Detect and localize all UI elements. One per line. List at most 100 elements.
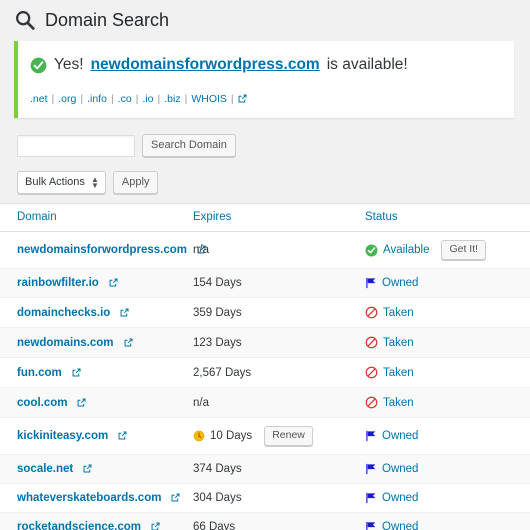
notice-prefix: Yes!: [54, 56, 84, 73]
cell-expires: 359 Days: [193, 297, 365, 328]
cell-expires: 374 Days: [193, 454, 365, 484]
domain-link[interactable]: rocketandscience.com: [17, 521, 141, 530]
domain-link[interactable]: domainchecks.io: [17, 307, 110, 319]
cell-expires: 66 Days: [193, 512, 365, 530]
table-row: rocketandscience.com 66 Days Owned: [0, 512, 530, 530]
search-input[interactable]: [17, 134, 135, 157]
expires-value: 123 Days: [193, 336, 242, 349]
status-badge: Owned: [382, 492, 419, 504]
cell-status: Taken: [365, 327, 530, 358]
cell-domain: rainbowfilter.io: [0, 268, 193, 298]
page-title: Domain Search: [45, 10, 170, 30]
cell-domain: kickiniteasy.com: [0, 417, 193, 455]
blue-flag-icon: [365, 521, 377, 530]
table-row: fun.com 2,567 Days Taken: [0, 357, 530, 388]
cell-domain: newdomains.com: [0, 327, 193, 358]
bulk-actions-select[interactable]: Bulk Actions ▲ ▼: [17, 171, 106, 194]
table-row: rainbowfilter.io 154 Days Owned: [0, 268, 530, 298]
cell-status: Owned: [365, 417, 530, 455]
domain-link[interactable]: fun.com: [17, 367, 62, 379]
table-row: whateverskateboards.com 304 Days Owned: [0, 483, 530, 513]
domain-link[interactable]: newdomainsforwordpress.com: [17, 244, 187, 256]
table-row: cool.com n/a Taken: [0, 387, 530, 418]
column-header-domain[interactable]: Domain: [0, 204, 193, 232]
external-link-icon[interactable]: [151, 521, 160, 530]
apply-button[interactable]: Apply: [112, 171, 159, 194]
cell-status: Owned: [365, 512, 530, 530]
cell-expires: 123 Days: [193, 327, 365, 358]
chevron-updown-icon: ▲ ▼: [91, 174, 99, 190]
table-row: newdomains.com 123 Days Taken: [0, 327, 530, 358]
domain-search-form: Search Domain: [0, 118, 530, 157]
expires-value: n/a: [193, 396, 209, 409]
orange-clock-icon: [193, 430, 205, 442]
notice-domain-link[interactable]: newdomainsforwordpress.com: [91, 55, 320, 75]
status-badge: Taken: [383, 396, 414, 409]
tld-link-info[interactable]: .info: [87, 92, 107, 106]
cell-domain: fun.com: [0, 357, 193, 388]
status-badge: Available: [383, 244, 430, 256]
notice-suffix: is available!: [326, 56, 408, 73]
external-link-icon[interactable]: [83, 463, 92, 475]
renew-button[interactable]: Renew: [264, 426, 313, 446]
status-badge: Taken: [383, 366, 414, 379]
expires-value: n/a: [193, 244, 209, 256]
blue-flag-icon: [365, 430, 377, 442]
status-badge: Owned: [382, 277, 419, 289]
bulk-actions-value: Bulk Actions: [25, 176, 85, 188]
domain-link[interactable]: kickiniteasy.com: [17, 430, 108, 442]
cell-status: Owned: [365, 268, 530, 298]
external-link-icon[interactable]: [238, 92, 247, 106]
status-badge: Owned: [382, 521, 419, 530]
domains-table-body: newdomainsforwordpress.com n/a Available Ge…: [0, 231, 530, 530]
cell-expires: 304 Days: [193, 483, 365, 513]
tld-link-org[interactable]: .org: [58, 92, 76, 106]
domain-link[interactable]: socale.net: [17, 463, 73, 475]
red-ban-icon: [365, 336, 378, 349]
green-check-circle-icon: [30, 57, 47, 74]
status-badge: Owned: [382, 463, 419, 475]
external-link-icon[interactable]: [171, 492, 180, 504]
domain-link[interactable]: rainbowfilter.io: [17, 277, 99, 289]
bulk-actions-bar: Bulk Actions ▲ ▼ Apply: [0, 157, 530, 203]
domains-table: Domain Expires Status newdomainsforwordp…: [0, 204, 530, 530]
status-badge: Taken: [383, 336, 414, 349]
external-link-icon[interactable]: [77, 397, 86, 409]
tld-link-co[interactable]: .co: [118, 92, 132, 106]
cell-status: Available Get It!: [365, 231, 530, 269]
tld-link-whois[interactable]: WHOIS: [191, 92, 227, 106]
external-link-icon[interactable]: [118, 430, 127, 442]
expires-value: 66 Days: [193, 521, 236, 530]
cell-status: Taken: [365, 297, 530, 328]
red-ban-icon: [365, 306, 378, 319]
cell-domain: rocketandscience.com: [0, 512, 193, 530]
column-header-status[interactable]: Status: [365, 204, 530, 232]
tld-link-biz[interactable]: .biz: [164, 92, 180, 106]
external-link-icon[interactable]: [109, 277, 118, 289]
external-link-icon[interactable]: [72, 367, 81, 379]
expires-value: 2,567 Days: [193, 366, 252, 379]
tld-link-net[interactable]: .net: [30, 92, 48, 106]
availability-notice: Yes! newdomainsforwordpress.com is avail…: [14, 41, 514, 118]
tld-link-io[interactable]: .io: [142, 92, 153, 106]
red-ban-icon: [365, 396, 378, 409]
cell-domain: whateverskateboards.com: [0, 483, 193, 513]
cell-status: Taken: [365, 357, 530, 388]
domain-link[interactable]: newdomains.com: [17, 337, 114, 349]
page-header: Domain Search: [0, 0, 530, 41]
domain-link[interactable]: whateverskateboards.com: [17, 492, 161, 504]
domain-link[interactable]: cool.com: [17, 397, 67, 409]
column-header-expires[interactable]: Expires: [193, 204, 365, 232]
external-link-icon[interactable]: [124, 337, 133, 349]
get-it-button[interactable]: Get It!: [441, 240, 487, 260]
expires-value: 359 Days: [193, 306, 242, 319]
expires-value: 10 Days: [210, 430, 253, 442]
search-domain-button[interactable]: Search Domain: [142, 134, 236, 157]
external-link-icon[interactable]: [120, 307, 129, 319]
domains-table-wrapper: Domain Expires Status newdomainsforwordp…: [0, 203, 530, 530]
tld-separator: |: [80, 93, 84, 105]
search-icon: [14, 9, 36, 31]
cell-expires: n/a: [193, 387, 365, 418]
expires-value: 304 Days: [193, 492, 242, 504]
blue-flag-icon: [365, 492, 377, 504]
